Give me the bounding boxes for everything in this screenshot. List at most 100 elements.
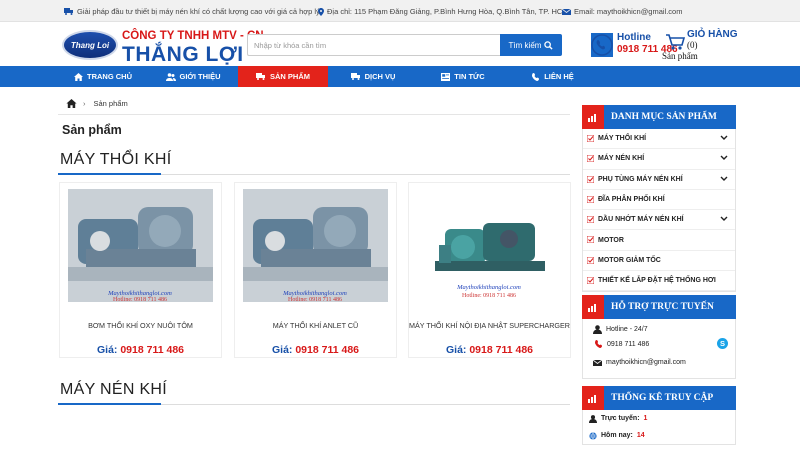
slogan: Giải pháp đầu tư thiết bị máy nén khí có…	[64, 7, 320, 16]
company-name-line2: THẮNG LỢI	[122, 43, 244, 66]
support-email-text: maythoikhicn@gmail.com	[606, 359, 686, 366]
nav-item-products[interactable]: SẢN PHẨM	[238, 66, 328, 87]
nav-item-news[interactable]: TIN TỨC	[418, 66, 508, 87]
category-item[interactable]: DẦU NHỚT MÁY NÉN KHÍ	[583, 210, 735, 231]
search-input[interactable]: Nhập từ khóa cần tìm	[247, 34, 500, 56]
category-item[interactable]: MOTOR	[583, 230, 735, 251]
blower-image: Maythoikhithangloi.com Hotline: 0918 711…	[243, 189, 388, 303]
stats-title: THỐNG KÊ TRUY CẬP	[611, 393, 714, 403]
nav-item-home[interactable]: TRANG CHỦ	[58, 66, 148, 87]
category-item[interactable]: MOTOR GIẢM TỐC	[583, 251, 735, 272]
category-label: MÁY NÉN KHÍ	[598, 155, 645, 163]
search-icon	[544, 40, 554, 50]
hotline-label: Hotline	[617, 32, 651, 43]
user-icon	[589, 414, 597, 423]
svg-text:Hotline: 0918 711 486: Hotline: 0918 711 486	[462, 293, 516, 299]
stat-label: Hôm nay:	[601, 432, 633, 439]
cart-icon	[666, 34, 685, 50]
category-label: DẦU NHỚT MÁY NÉN KHÍ	[598, 216, 684, 224]
svg-text:Maythoikhithangloi.com: Maythoikhithangloi.com	[456, 284, 521, 291]
check-icon	[587, 216, 594, 224]
stat-value: 14	[636, 432, 645, 439]
nav-label: LIÊN HỆ	[544, 72, 574, 81]
check-icon	[587, 135, 594, 142]
chevron-down-icon[interactable]	[720, 155, 728, 161]
news-icon	[441, 72, 451, 81]
svg-text:Hotline: 0918 711 486: Hotline: 0918 711 486	[288, 297, 342, 302]
product-card[interactable]: Maythoikhithangloi.com Hotline: 0918 711…	[234, 182, 397, 358]
nav-item-services[interactable]: DỊCH VỤ	[328, 66, 418, 87]
nav-label: GIỚI THIỆU	[179, 72, 221, 81]
category-item[interactable]: MÁY NÉN KHÍ	[583, 149, 735, 170]
categories-header: DANH MỤC SẢN PHẨM	[582, 105, 736, 129]
nav-item-contact[interactable]: LIÊN HỆ	[508, 66, 598, 87]
blower-image: Maythoikhithangloi.com Hotline: 0918 711…	[417, 189, 562, 302]
product-card[interactable]: Maythoikhithangloi.com Hotline: 0918 711…	[408, 182, 571, 358]
truck-icon	[64, 8, 73, 15]
email-text: Email: maythoikhicn@gmail.com	[574, 7, 683, 16]
categories-list: MÁY THỔI KHÍ MÁY NÉN KHÍ PHỤ TÙNG MÁY NÉ…	[582, 129, 736, 293]
category-item[interactable]: THIẾT KẾ LẮP ĐẶT HỆ THỐNG HƠI	[583, 271, 735, 292]
phone-circle-icon	[591, 33, 613, 57]
nav-label: TIN TỨC	[454, 72, 485, 81]
stat-label: Trực tuyến:	[601, 415, 640, 422]
cart[interactable]: GIỎ HÀNG (0) Sản phẩm	[662, 29, 745, 63]
check-icon	[587, 277, 594, 285]
category-label: THIẾT KẾ LẮP ĐẶT HỆ THỐNG HƠI	[598, 277, 716, 285]
category-label: MOTOR GIẢM TỐC	[598, 256, 661, 264]
email[interactable]: Email: maythoikhicn@gmail.com	[562, 7, 682, 16]
check-icon	[587, 236, 594, 244]
chevron-down-icon[interactable]	[720, 135, 728, 141]
product-price: Giá: 0918 711 486	[409, 344, 570, 356]
address-text: Địa chỉ: 115 Phạm Đăng Giảng, P.Bình Hưn…	[327, 7, 569, 16]
categories-title: DANH MỤC SẢN PHẨM	[611, 112, 717, 122]
section-title[interactable]: MÁY THỔI KHÍ	[60, 151, 171, 169]
search-button[interactable]: Tìm kiếm	[500, 34, 562, 56]
support-hotline: Hotline - 24/7	[593, 325, 648, 334]
support-phone[interactable]: 0918 711 486	[595, 340, 649, 348]
bar-chart-icon	[582, 386, 604, 410]
section-underline	[58, 173, 161, 175]
company-name-line1: CÔNG TY TNHH MTV - CN	[122, 30, 264, 42]
category-item[interactable]: MÁY THỔI KHÍ	[583, 129, 735, 150]
stat-row: Trực tuyến: 1	[583, 410, 735, 427]
address: Địa chỉ: 115 Phạm Đăng Giảng, P.Bình Hưn…	[318, 7, 569, 16]
nav-item-about[interactable]: GIỚI THIỆU	[148, 66, 238, 87]
product-name[interactable]: BƠM THỔI KHÍ OXY NUÔI TÔM	[60, 321, 221, 330]
product-name[interactable]: MÁY THỔI KHÍ NỘI ĐỊA NHẬT SUPERCHARGER	[409, 321, 570, 330]
product-card[interactable]: Maythoikhithangloi.com Hotline: 0918 711…	[59, 182, 222, 358]
category-label: ĐĨA PHÂN PHỐI KHÍ	[598, 196, 665, 204]
home-icon	[74, 72, 83, 81]
support-hotline-label: Hotline - 24/7	[606, 326, 648, 333]
product-image[interactable]: Maythoikhithangloi.com Hotline: 0918 711…	[243, 189, 388, 303]
product-name[interactable]: MÁY THỔI KHÍ ANLET CŨ	[235, 321, 396, 330]
search-button-label: Tìm kiếm	[508, 40, 542, 50]
nav-label: SẢN PHẨM	[269, 72, 310, 81]
check-icon	[587, 175, 594, 183]
stat-value: 1	[643, 415, 648, 422]
product-image[interactable]: Maythoikhithangloi.com Hotline: 0918 711…	[417, 189, 562, 302]
section-title[interactable]: MÁY NÉN KHÍ	[60, 381, 167, 399]
home-icon[interactable]	[66, 99, 77, 108]
hotline[interactable]: Hotline 0918 711 486	[591, 31, 678, 59]
product-price: Giá: 0918 711 486	[60, 344, 221, 356]
cart-unit: Sản phẩm	[662, 51, 698, 61]
logo[interactable]: Thang Loi CÔNG TY TNHH MTV - CN THẮNG LỢ…	[60, 26, 264, 66]
section-underline	[58, 403, 161, 405]
cart-label: GIỎ HÀNG	[687, 29, 738, 40]
stat-row: Hôm nay: 14	[583, 427, 735, 444]
breadcrumb: › Sản phẩm	[58, 93, 570, 115]
main-nav: TRANG CHỦ GIỚI THIỆU SẢN PHẨM DỊCH VỤ TI…	[0, 66, 800, 87]
chevron-down-icon[interactable]	[720, 216, 728, 222]
sidebar-categories: DANH MỤC SẢN PHẨM MÁY THỔI KHÍ MÁY NÉN K…	[582, 105, 736, 293]
category-item[interactable]: ĐĨA PHÂN PHỐI KHÍ	[583, 190, 735, 211]
user-icon	[593, 325, 602, 334]
nav-label: DỊCH VỤ	[364, 72, 396, 81]
support-email[interactable]: maythoikhicn@gmail.com	[593, 359, 686, 366]
skype-icon[interactable]: S	[717, 338, 728, 349]
price-value: 0918 711 486	[295, 344, 359, 356]
chevron-down-icon[interactable]	[720, 176, 728, 182]
category-item[interactable]: PHỤ TÙNG MÁY NÉN KHÍ	[583, 170, 735, 190]
product-image[interactable]: Maythoikhithangloi.com Hotline: 0918 711…	[68, 189, 213, 303]
nav-label: TRANG CHỦ	[87, 72, 132, 81]
